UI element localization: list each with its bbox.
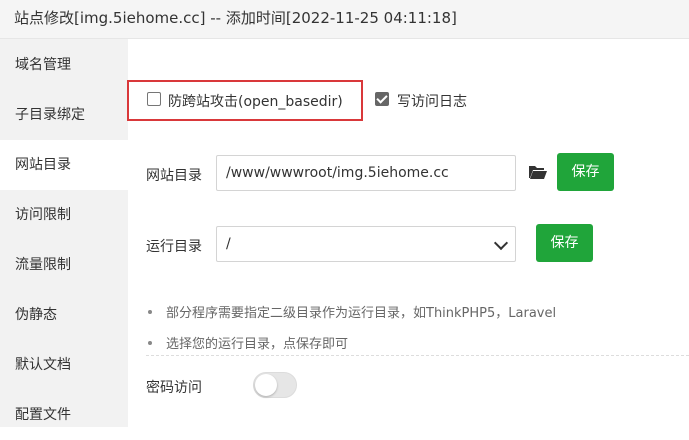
sidebar-item-domain[interactable]: 域名管理 bbox=[0, 40, 128, 90]
anti-xss-checkbox[interactable] bbox=[147, 92, 161, 106]
divider bbox=[146, 355, 689, 356]
chevron-down-icon bbox=[493, 235, 509, 251]
run-dir-select[interactable]: / bbox=[216, 226, 516, 262]
sidebar: 域名管理 子目录绑定 网站目录 访问限制 流量限制 伪静态 默认文档 配置文件 bbox=[0, 39, 128, 427]
site-dir-save-button[interactable]: 保存 bbox=[557, 153, 614, 191]
sidebar-item-site-dir[interactable]: 网站目录 bbox=[0, 140, 128, 190]
run-dir-selected-value: / bbox=[226, 236, 231, 252]
sidebar-item-default-doc[interactable]: 默认文档 bbox=[0, 340, 128, 390]
run-dir-label: 运行目录 bbox=[146, 239, 202, 255]
anti-xss-label[interactable]: 防跨站攻击(open_basedir) bbox=[168, 91, 343, 111]
site-dir-label: 网站目录 bbox=[146, 168, 202, 184]
sidebar-item-config-file[interactable]: 配置文件 bbox=[0, 390, 128, 440]
sidebar-item-subdir[interactable]: 子目录绑定 bbox=[0, 90, 128, 140]
bullet-dot bbox=[148, 310, 152, 314]
bullet-dot bbox=[148, 341, 152, 345]
sidebar-item-access-limit[interactable]: 访问限制 bbox=[0, 190, 128, 240]
tip-text: 选择您的运行目录，点保存即可 bbox=[166, 337, 349, 352]
site-dir-input[interactable]: /www/wwwroot/img.5iehome.cc bbox=[216, 155, 516, 191]
password-access-label: 密码访问 bbox=[146, 380, 202, 396]
run-dir-save-button[interactable]: 保存 bbox=[536, 224, 593, 262]
window-title: 站点修改[img.5iehome.cc] -- 添加时间[2022-11-25 … bbox=[14, 9, 457, 27]
folder-open-icon[interactable] bbox=[528, 163, 548, 181]
access-log-label[interactable]: 写访问日志 bbox=[397, 91, 467, 111]
password-access-toggle[interactable] bbox=[253, 372, 297, 398]
access-log-checkbox[interactable] bbox=[375, 92, 389, 106]
sidebar-item-traffic-limit[interactable]: 流量限制 bbox=[0, 240, 128, 290]
sidebar-item-rewrite[interactable]: 伪静态 bbox=[0, 290, 128, 340]
toggle-knob bbox=[255, 374, 277, 396]
tip-text: 部分程序需要指定二级目录作为运行目录，如ThinkPHP5，Laravel bbox=[166, 306, 557, 321]
window-titlebar: 站点修改[img.5iehome.cc] -- 添加时间[2022-11-25 … bbox=[0, 0, 689, 39]
